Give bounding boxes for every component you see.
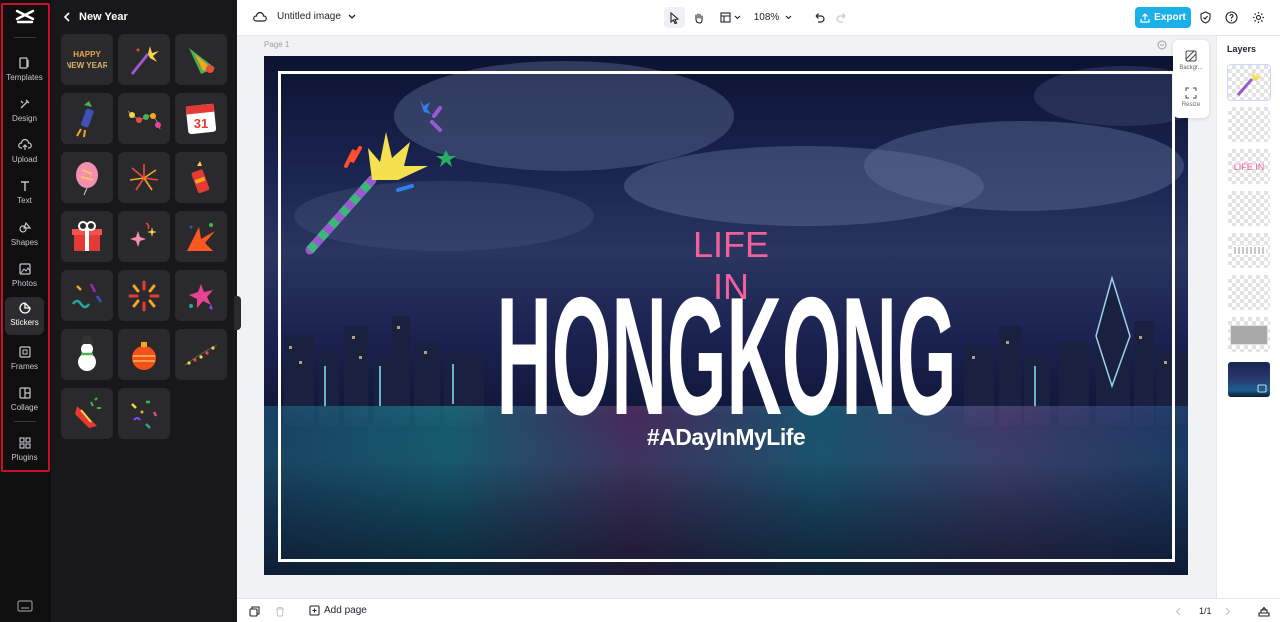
new-year-text: NEW YEAR (67, 61, 107, 70)
resize-label: Resize (1181, 102, 1201, 108)
zoom-dropdown[interactable]: 108% (751, 7, 795, 28)
undo-button[interactable] (810, 7, 828, 28)
hand-tool-button[interactable] (688, 7, 709, 28)
confetti-squiggles-sticker[interactable] (61, 270, 113, 321)
hashtag-text[interactable]: #ADayInMyLife (646, 424, 806, 451)
rail-highlight-box (1, 3, 50, 472)
background-icon (1185, 50, 1197, 62)
firecracker-sticker[interactable] (175, 152, 227, 203)
panel-collapse-handle[interactable] (234, 296, 241, 330)
bottom-bar: Add page 1/1 (237, 598, 1280, 622)
party-popper-sticker[interactable] (61, 388, 113, 439)
layer-thumb-empty[interactable] (1228, 275, 1270, 310)
hand-icon (694, 12, 703, 24)
doc-title-button[interactable]: Untitled image (277, 11, 356, 22)
star-splash-sticker[interactable] (175, 270, 227, 321)
party-hat-sticker[interactable] (175, 34, 227, 85)
export-icon (1140, 12, 1150, 23)
layer-thumb-life-in[interactable]: LIFE IN (1228, 149, 1270, 184)
happy-text: HAPPY (73, 50, 101, 59)
sparkler-sticker-element[interactable] (300, 90, 460, 260)
prev-page-icon[interactable] (1175, 607, 1181, 616)
headline-text: HONGKONG (497, 274, 957, 419)
redo-icon (836, 13, 846, 23)
canvas-mini-toolbar: Backgr... Resize (1173, 40, 1209, 118)
layer-thumb-headline[interactable] (1228, 233, 1270, 268)
layer-thumb-sparkler[interactable] (1227, 64, 1271, 101)
ornament-sticker[interactable] (118, 329, 170, 380)
hongkong-headline[interactable]: HONGKONG (493, 274, 960, 419)
page-options-icon[interactable] (1157, 40, 1167, 50)
firework-rocket-sticker[interactable] (61, 93, 113, 144)
string-lights-sticker[interactable] (118, 93, 170, 144)
pointer-icon (670, 11, 680, 24)
shield-icon[interactable] (1199, 11, 1212, 24)
redo-button[interactable] (833, 7, 851, 28)
layout-tool-button[interactable] (716, 7, 744, 28)
trash-icon[interactable] (275, 606, 285, 617)
add-page-icon (309, 605, 320, 616)
pages-icon[interactable] (249, 606, 260, 617)
background-label: Backgr... (1179, 65, 1203, 71)
confetti-sticker[interactable] (118, 388, 170, 439)
background-button[interactable]: Backgr... (1173, 50, 1209, 71)
layer-thumb-empty[interactable] (1228, 107, 1270, 142)
next-page-icon[interactable] (1225, 607, 1231, 616)
undo-icon (815, 13, 825, 23)
burst-stars-sticker[interactable] (175, 211, 227, 262)
help-icon[interactable] (1225, 11, 1238, 24)
top-bar: Untitled image 108% Export (237, 0, 1280, 36)
resize-icon (1185, 87, 1197, 99)
layers-panel: Layers LIFE IN (1216, 36, 1280, 598)
doc-title: Untitled image (277, 11, 341, 22)
gear-icon[interactable] (1252, 11, 1265, 24)
export-label: Export (1154, 12, 1186, 23)
radial-burst-sticker[interactable] (118, 270, 170, 321)
star-garland-sticker[interactable] (175, 329, 227, 380)
add-page-button[interactable]: Add page (309, 605, 367, 616)
cloud-sync-icon[interactable] (253, 11, 267, 23)
fireworks-burst-sticker[interactable] (118, 152, 170, 203)
layers-title: Layers (1227, 44, 1257, 54)
layer-thumb-background-photo[interactable] (1228, 362, 1270, 397)
layer-life-in-text: LIFE IN (1233, 162, 1265, 172)
happy-new-year-text-sticker[interactable]: HAPPY NEW YEAR (61, 34, 113, 85)
image-layer-icon (1257, 384, 1267, 393)
calendar-31-sticker[interactable]: 31 (175, 93, 227, 144)
snowman-sticker[interactable] (61, 329, 113, 380)
page-count: 1/1 (1199, 606, 1212, 616)
resize-button[interactable]: Resize (1173, 87, 1209, 108)
collapse-panel-icon[interactable] (1258, 606, 1270, 617)
chevron-down-icon (785, 15, 792, 20)
layer-thumb-empty[interactable] (1228, 191, 1270, 226)
select-tool-button[interactable] (664, 7, 685, 28)
sticker-panel: New Year HAPPY NEW YEAR 31 (51, 0, 237, 622)
panel-header: New Year (63, 9, 128, 25)
page-label: Page 1 (264, 40, 290, 49)
layout-icon (719, 12, 731, 23)
balloon-sticker[interactable] (61, 152, 113, 203)
chevron-down-icon (348, 14, 356, 19)
left-rail: Templates Design Upload Text Shapes Phot… (0, 0, 51, 622)
calendar-day-text: 31 (194, 116, 208, 131)
sparkles-sticker[interactable] (118, 211, 170, 262)
design-canvas[interactable]: LIFE IN HONGKONG #ADayInMyLife (264, 56, 1188, 575)
chevron-down-icon (734, 15, 740, 20)
layer-thumb-frame[interactable] (1228, 317, 1270, 352)
keyboard-icon[interactable] (17, 600, 33, 612)
export-button[interactable]: Export (1135, 7, 1191, 28)
gift-box-sticker[interactable] (61, 211, 113, 262)
sparkler-sticker[interactable] (118, 34, 170, 85)
back-chevron-icon[interactable] (63, 12, 71, 22)
zoom-level: 108% (753, 12, 780, 23)
panel-title: New Year (79, 11, 128, 23)
add-page-label: Add page (324, 605, 367, 616)
